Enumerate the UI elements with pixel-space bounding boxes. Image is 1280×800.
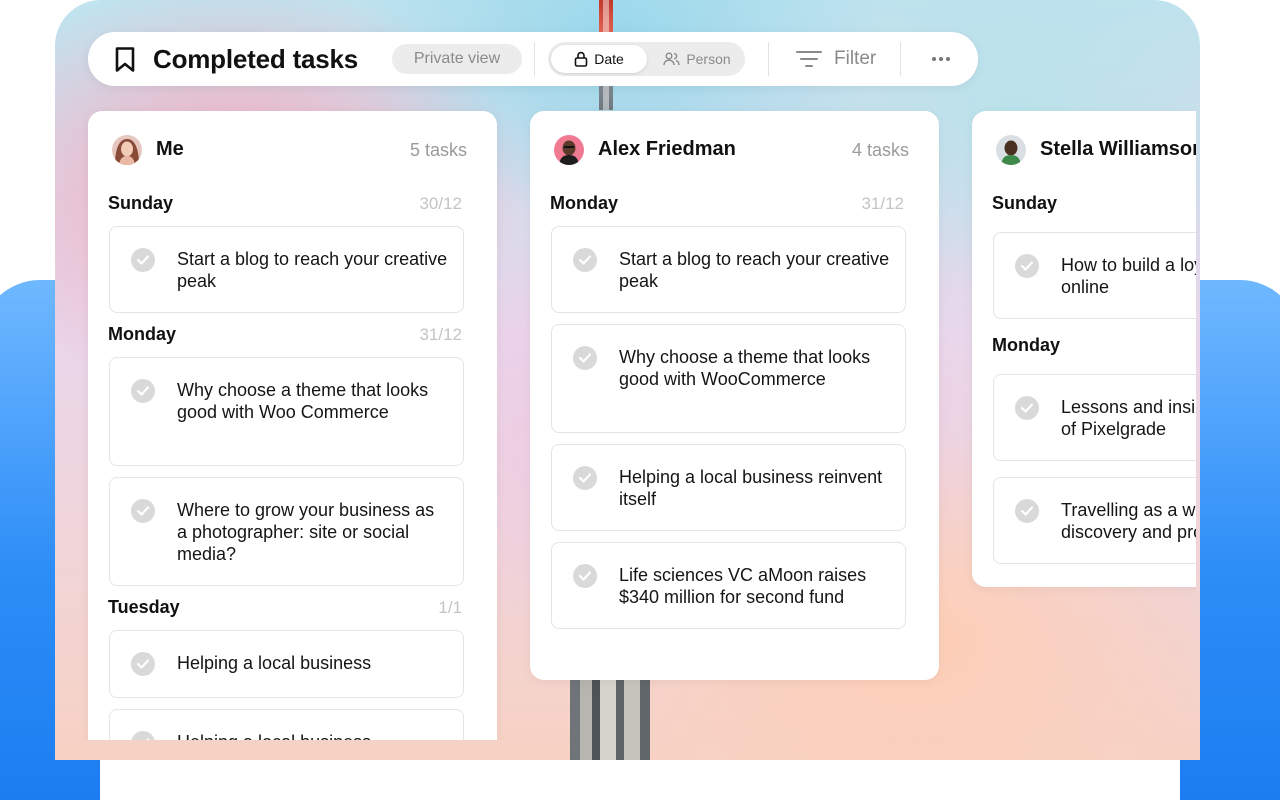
task-title: Helping a local business reinvent itself	[619, 467, 883, 509]
check-circle-icon[interactable]	[131, 379, 155, 403]
day-date: 30/12	[419, 194, 462, 213]
task-card[interactable]: Life sciences VC aMoon raises $340 milli…	[551, 542, 906, 629]
day-date: 1/1	[438, 598, 462, 617]
avatar[interactable]	[996, 135, 1026, 165]
task-title: Start a blog to reach your creative peak	[177, 249, 448, 291]
user-name: Me	[156, 138, 184, 160]
task-title: Why choose a theme that looks good with …	[177, 380, 429, 422]
task-title: Lessons and insights from years of Pixel…	[1061, 397, 1196, 439]
task-card[interactable]: Helping a local business reinvent itself	[551, 444, 906, 531]
day-group-header: Tuesday 1/1	[108, 597, 462, 621]
task-card[interactable]: Start a blog to reach your creative peak	[109, 226, 464, 313]
task-title: Why choose a theme that looks good with …	[619, 347, 871, 389]
day-name: Sunday	[108, 193, 174, 213]
user-column: Me 5 tasks Sunday 30/12 Start a blog to …	[88, 111, 497, 740]
column-header: Me 5 tasks	[110, 133, 467, 167]
day-group-header: Monday	[992, 335, 1196, 359]
day-group-header: Sunday 30/12	[108, 193, 462, 217]
task-card[interactable]: Lessons and insights from years of Pixel…	[993, 374, 1196, 461]
task-title: Start a blog to reach your creative peak	[619, 249, 890, 291]
task-card[interactable]: Helping a local business	[109, 630, 464, 698]
task-title: Helping a local business	[177, 653, 372, 673]
day-group-header: Monday 31/12	[550, 193, 904, 217]
task-title: Life sciences VC aMoon raises $340 milli…	[619, 565, 867, 607]
user-column: Alex Friedman 4 tasks Monday 31/12 Start…	[530, 111, 939, 680]
task-title: Helping a local business	[177, 731, 449, 740]
task-card[interactable]: Why choose a theme that looks good with …	[109, 357, 464, 466]
check-circle-icon[interactable]	[573, 248, 597, 272]
columns-viewport: Me 5 tasks Sunday 30/12 Start a blog to …	[0, 0, 1196, 740]
task-title: How to build a loyal community online	[1061, 255, 1196, 297]
task-card[interactable]: Start a blog to reach your creative peak	[551, 226, 906, 313]
day-name: Tuesday	[108, 597, 180, 617]
day-name: Monday	[108, 324, 177, 344]
task-card[interactable]: How to build a loyal community online	[993, 232, 1196, 319]
check-circle-icon[interactable]	[1015, 396, 1039, 420]
task-card[interactable]: Travelling as a way of self-discovery an…	[993, 477, 1196, 564]
task-title: Travelling as a way of self-discovery an…	[1061, 500, 1196, 542]
day-date: 31/12	[419, 325, 462, 344]
day-name: Monday	[550, 193, 619, 213]
check-circle-icon[interactable]	[1015, 254, 1039, 278]
check-circle-icon[interactable]	[131, 248, 155, 272]
task-title: Where to grow your business as a photogr…	[177, 500, 435, 564]
task-card[interactable]: Helping a local business	[109, 709, 464, 740]
check-circle-icon[interactable]	[573, 564, 597, 588]
avatar[interactable]	[112, 135, 142, 165]
check-circle-icon[interactable]	[573, 346, 597, 370]
check-circle-icon[interactable]	[131, 499, 155, 523]
day-date: 31/12	[861, 194, 904, 213]
day-name: Monday	[992, 335, 1061, 355]
user-column: Stella Williamson Sunday How to build a …	[972, 111, 1196, 587]
task-count: 5 tasks	[409, 140, 467, 160]
avatar[interactable]	[554, 135, 584, 165]
day-group-header: Monday 31/12	[108, 324, 462, 348]
day-name: Sunday	[992, 193, 1058, 213]
check-circle-icon[interactable]	[131, 731, 155, 740]
task-card[interactable]: Where to grow your business as a photogr…	[109, 477, 464, 586]
task-card[interactable]: Why choose a theme that looks good with …	[551, 324, 906, 433]
task-count: 4 tasks	[851, 140, 909, 160]
user-name: Alex Friedman	[598, 138, 736, 160]
user-name: Stella Williamson	[1040, 138, 1196, 160]
column-header: Alex Friedman 4 tasks	[552, 133, 909, 167]
check-circle-icon[interactable]	[1015, 499, 1039, 523]
column-header: Stella Williamson	[994, 133, 1196, 167]
day-group-header: Sunday	[992, 193, 1196, 217]
check-circle-icon[interactable]	[131, 652, 155, 676]
check-circle-icon[interactable]	[573, 466, 597, 490]
